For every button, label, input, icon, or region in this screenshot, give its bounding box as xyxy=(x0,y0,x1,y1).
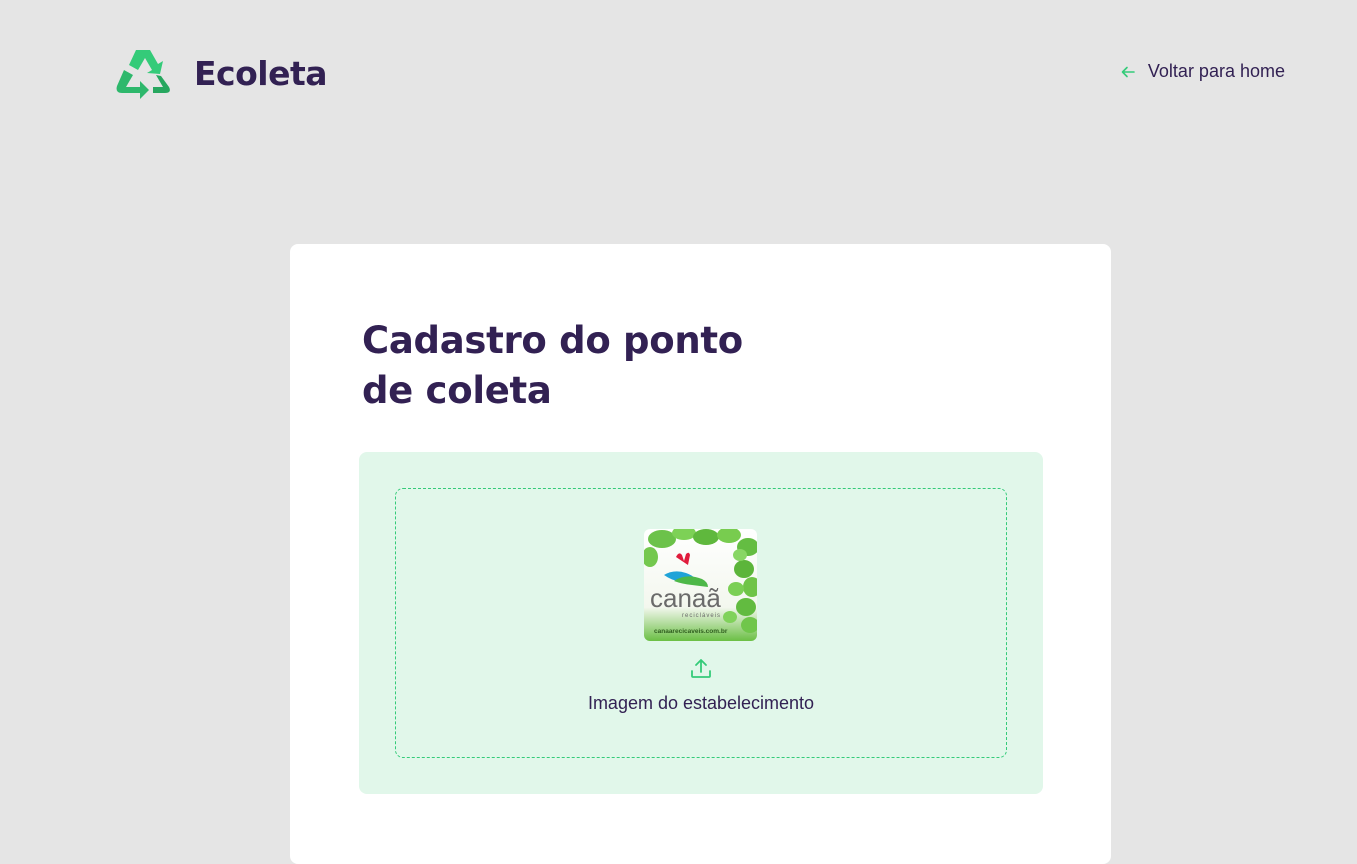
establishment-image-preview: canaã recicláveis canaarecicaveis.com.br xyxy=(644,529,757,641)
arrow-left-icon xyxy=(1121,66,1135,77)
canaa-logo-image: canaã recicláveis canaarecicaveis.com.br xyxy=(644,529,757,641)
logo-text: Ecoleta xyxy=(194,53,328,93)
page-title-line-1: Cadastro do ponto xyxy=(362,319,743,362)
upload-icon xyxy=(691,659,711,678)
dropzone-label: Imagem do estabelecimento xyxy=(587,693,815,713)
image-dropzone: canaã recicláveis canaarecicaveis.com.br… xyxy=(359,452,1043,794)
canaa-subtitle: recicláveis xyxy=(682,613,721,619)
back-to-home-link[interactable]: Voltar para home xyxy=(1120,61,1285,82)
canaa-url: canaarecicaveis.com.br xyxy=(654,628,728,635)
registration-form-card: Cadastro do ponto de coleta canaã recicl… xyxy=(290,244,1111,864)
back-link-label: Voltar para home xyxy=(1147,61,1285,81)
image-dropzone-target[interactable]: canaã recicláveis canaarecicaveis.com.br… xyxy=(395,488,1007,758)
page-title: Cadastro do ponto de coleta xyxy=(362,316,782,416)
recycle-icon xyxy=(116,50,170,99)
canaa-wordmark: canaã xyxy=(650,583,721,613)
logo[interactable]: Ecoleta xyxy=(114,46,328,100)
page-title-line-2: de coleta xyxy=(362,369,552,412)
page-header: Ecoleta Voltar para home xyxy=(0,0,1357,150)
